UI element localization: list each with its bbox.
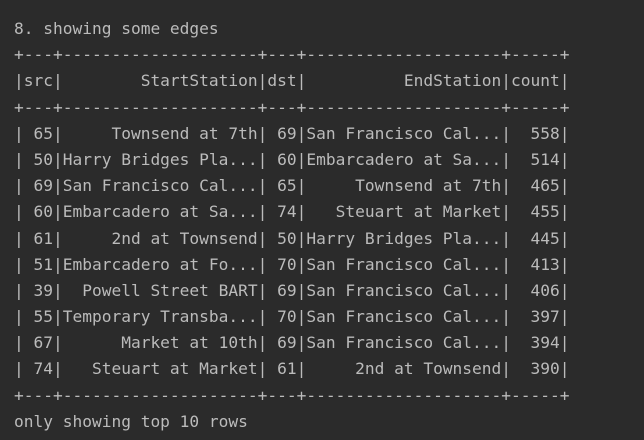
- table-border-bottom: +---+--------------------+---+----------…: [14, 385, 570, 405]
- table-row: | 51|Embarcadero at Fo...| 70|San Franci…: [14, 254, 570, 274]
- table-row: | 55|Temporary Transba...| 70|San Franci…: [14, 307, 570, 327]
- output-heading: 8. showing some edges: [14, 19, 219, 38]
- table-row: | 60|Embarcadero at Sa...| 74| Steuart a…: [14, 202, 570, 222]
- table-border-header: +---+--------------------+---+----------…: [14, 97, 570, 117]
- table-row: | 69|San Francisco Cal...| 65| Townsend …: [14, 176, 570, 196]
- table-row: | 67| Market at 10th| 69|San Francisco C…: [14, 333, 570, 353]
- table-row: | 61| 2nd at Townsend| 50|Harry Bridges …: [14, 228, 570, 248]
- table-row: | 74| Steuart at Market| 61| 2nd at Town…: [14, 359, 570, 379]
- table-border-top: +---+--------------------+---+----------…: [14, 45, 570, 65]
- output-footer: only showing top 10 rows: [14, 411, 248, 431]
- table-row: | 39| Powell Street BART| 69|San Francis…: [14, 280, 570, 300]
- table-row: | 50|Harry Bridges Pla...| 60|Embarcader…: [14, 149, 570, 169]
- console-output: 8. showing some edges +---+-------------…: [14, 16, 634, 435]
- table-row: | 65| Townsend at 7th| 69|San Francisco …: [14, 123, 570, 143]
- table-header-row: |src| StartStation|dst| EndStation|count…: [14, 71, 570, 91]
